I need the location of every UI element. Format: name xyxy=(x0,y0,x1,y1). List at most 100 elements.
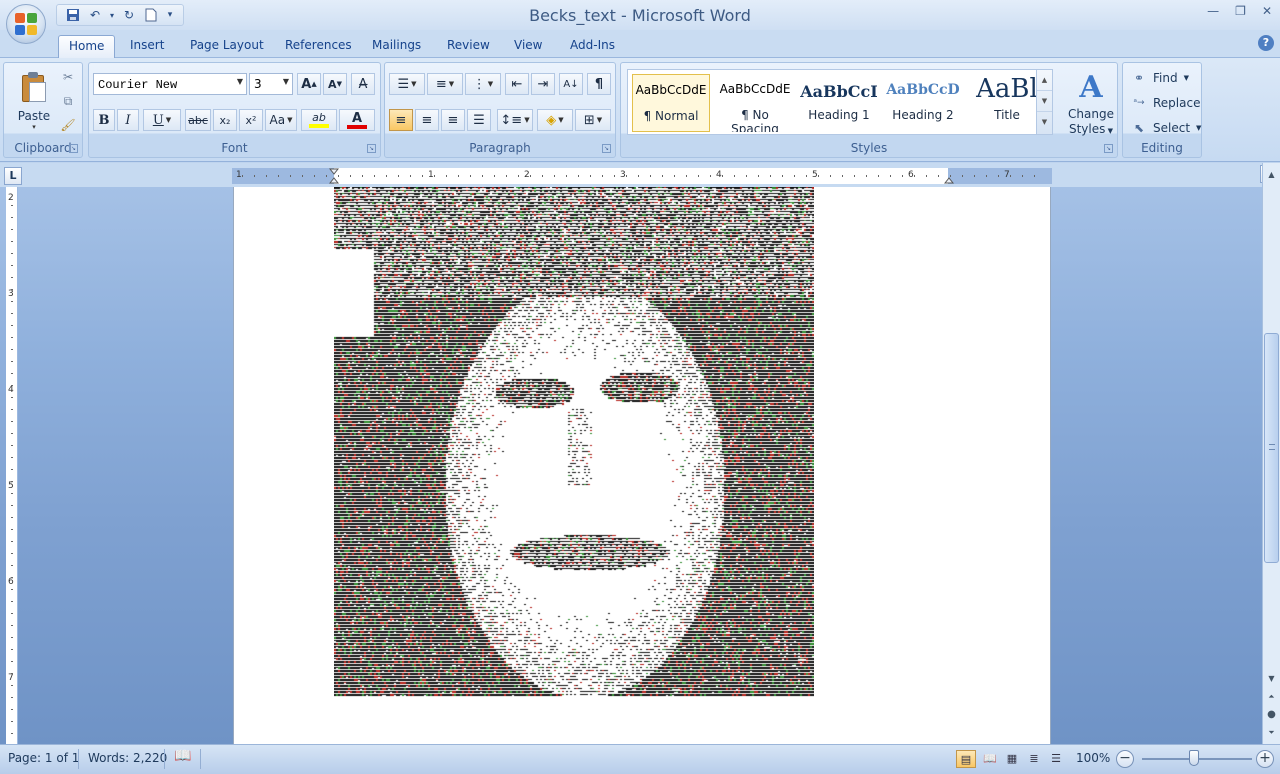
format-painter-icon[interactable]: 🖌 xyxy=(60,117,76,133)
shading-button[interactable]: ◈ ▼ xyxy=(537,109,573,131)
bullets-button[interactable]: ☰ ▼ xyxy=(389,73,425,95)
show-formatting-button[interactable]: ¶ xyxy=(587,73,611,95)
align-right-icon[interactable]: ≡ xyxy=(441,109,465,131)
tab-view[interactable]: View xyxy=(504,35,552,58)
font-launcher-icon[interactable]: ↘ xyxy=(367,144,376,153)
clipboard-launcher-icon[interactable]: ↘ xyxy=(69,144,78,153)
shrink-font-button[interactable]: A ▼ xyxy=(323,73,347,95)
copy-icon[interactable]: ⧉ xyxy=(60,93,76,109)
zoom-out-icon[interactable]: − xyxy=(1116,750,1134,768)
document-page[interactable] xyxy=(233,187,1051,744)
tab-references[interactable]: References xyxy=(275,35,362,58)
restore-icon[interactable]: ❐ xyxy=(1235,4,1246,18)
minimize-icon[interactable]: — xyxy=(1207,4,1219,18)
styles-launcher-icon[interactable]: ↘ xyxy=(1104,144,1113,153)
chevron-down-icon[interactable]: ▼ xyxy=(1037,91,1052,112)
more-styles-icon[interactable]: ▼ xyxy=(1037,112,1052,133)
tab-review[interactable]: Review xyxy=(437,35,500,58)
customize-qat-icon[interactable]: ▾ xyxy=(163,6,177,24)
paste-button[interactable]: Paste ▾ xyxy=(12,69,56,141)
strikethrough-button[interactable]: abc xyxy=(185,109,211,131)
replace-icon: ᵃ→ xyxy=(1133,98,1145,108)
increase-indent-icon[interactable]: ⇥ xyxy=(531,73,555,95)
highlight-button[interactable]: ab xyxy=(301,109,337,131)
borders-button[interactable]: ⊞ ▼ xyxy=(575,109,611,131)
zoom-level[interactable]: 100% xyxy=(1076,751,1110,765)
tab-mailings[interactable]: Mailings xyxy=(362,35,431,58)
chevron-up-icon[interactable]: ▲ xyxy=(1037,70,1052,91)
paste-dropdown-icon[interactable]: ▾ xyxy=(12,123,56,131)
save-icon[interactable] xyxy=(63,6,83,24)
proofing-errors-icon[interactable]: 📖 xyxy=(174,748,191,764)
redo-icon[interactable]: ↻ xyxy=(119,6,139,24)
scroll-up-icon[interactable]: ▲ xyxy=(1263,167,1280,183)
decrease-indent-icon[interactable]: ⇤ xyxy=(505,73,529,95)
print-layout-icon[interactable]: ▤ xyxy=(956,750,976,768)
superscript-button[interactable]: x² xyxy=(239,109,263,131)
style-heading-2[interactable]: AaBbCcD Heading 2 xyxy=(884,74,962,132)
align-left-icon[interactable]: ≡ xyxy=(389,109,413,131)
style-normal[interactable]: AaBbCcDdE ¶ Normal xyxy=(632,74,710,132)
undo-icon[interactable]: ↶ xyxy=(85,6,105,24)
font-color-button[interactable]: A xyxy=(339,109,375,131)
grow-font-button[interactable]: A ▲ xyxy=(297,73,321,95)
font-name-combo[interactable]: Courier New ▼ xyxy=(93,73,247,95)
numbering-button[interactable]: ≡ ▼ xyxy=(427,73,463,95)
tab-selector-button[interactable]: L xyxy=(4,167,22,185)
ruler-tick xyxy=(458,175,459,177)
style-no-spacing[interactable]: AaBbCcDdE ¶ No Spacing xyxy=(716,74,794,132)
cut-icon[interactable]: ✂ xyxy=(60,69,76,85)
help-icon[interactable]: ? xyxy=(1258,35,1274,51)
horizontal-ruler[interactable]: 1 1 2 3 4 5 6 7 xyxy=(232,168,1052,184)
style-title[interactable]: AaBl Title xyxy=(968,74,1046,132)
align-center-icon[interactable]: ≡ xyxy=(415,109,439,131)
zoom-slider-thumb[interactable] xyxy=(1189,750,1199,766)
style-heading-1[interactable]: AaBbCcI Heading 1 xyxy=(800,74,878,132)
right-indent-marker[interactable] xyxy=(943,168,955,184)
bold-button[interactable]: B xyxy=(93,109,115,131)
full-screen-reading-icon[interactable]: 📖 xyxy=(980,750,1000,768)
select-browse-object-icon[interactable]: ● xyxy=(1263,707,1280,723)
tab-page-layout[interactable]: Page Layout xyxy=(180,35,274,58)
find-label: Find xyxy=(1153,71,1178,85)
web-layout-icon[interactable]: ▦ xyxy=(1002,750,1022,768)
justify-icon[interactable]: ☰ xyxy=(467,109,491,131)
page-count[interactable]: Page: 1 of 1 xyxy=(8,751,79,765)
font-size-combo[interactable]: 3 ▼ xyxy=(249,73,293,95)
change-case-button[interactable]: Aa ▼ xyxy=(265,109,297,131)
tab-insert[interactable]: Insert xyxy=(120,35,174,58)
undo-dropdown-icon[interactable]: ▾ xyxy=(107,6,117,24)
scroll-down-icon[interactable]: ▼ xyxy=(1263,671,1280,687)
word-count[interactable]: Words: 2,220 xyxy=(88,751,167,765)
ruler-number: 6 xyxy=(8,577,14,587)
multilevel-list-button[interactable]: ⋮ ▼ xyxy=(465,73,501,95)
change-styles-button[interactable]: A Change Styles ▼ xyxy=(1065,69,1117,141)
draft-icon[interactable]: ☰ xyxy=(1046,750,1066,768)
next-page-icon[interactable]: ⏷ xyxy=(1263,725,1280,741)
office-button[interactable] xyxy=(6,4,46,44)
sort-icon[interactable]: A↓ xyxy=(559,73,583,95)
find-button[interactable]: ⚭ Find ▼ xyxy=(1131,67,1189,89)
ruler-tick xyxy=(746,175,747,177)
subscript-button[interactable]: x₂ xyxy=(213,109,237,131)
line-spacing-button[interactable]: ↕≡ ▼ xyxy=(497,109,533,131)
first-line-indent-marker[interactable] xyxy=(328,168,340,184)
tab-home[interactable]: Home xyxy=(58,35,116,58)
outline-icon[interactable]: ≣ xyxy=(1024,750,1044,768)
shrink-font-label: A xyxy=(328,77,337,91)
replace-button[interactable]: ᵃ→ Replace xyxy=(1131,92,1200,114)
previous-page-icon[interactable]: ⏶ xyxy=(1263,689,1280,705)
underline-button[interactable]: U ▼ xyxy=(143,109,181,131)
italic-button[interactable]: I xyxy=(117,109,139,131)
clear-formatting-icon[interactable]: A̶ xyxy=(351,73,375,95)
vertical-ruler[interactable]: 2 3 4 5 6 7 xyxy=(6,187,18,744)
select-button[interactable]: ⬉ Select ▼ xyxy=(1131,117,1201,139)
close-icon[interactable]: ✕ xyxy=(1262,4,1272,18)
new-document-icon[interactable] xyxy=(141,6,161,24)
ruler-number: 3 xyxy=(620,170,626,180)
scroll-thumb[interactable] xyxy=(1264,333,1279,563)
zoom-in-icon[interactable]: + xyxy=(1256,750,1274,768)
paragraph-launcher-icon[interactable]: ↘ xyxy=(602,144,611,153)
tab-add-ins[interactable]: Add-Ins xyxy=(560,35,625,58)
vertical-scrollbar[interactable]: ▲ ▼ ⏶ ● ⏷ xyxy=(1262,163,1280,744)
